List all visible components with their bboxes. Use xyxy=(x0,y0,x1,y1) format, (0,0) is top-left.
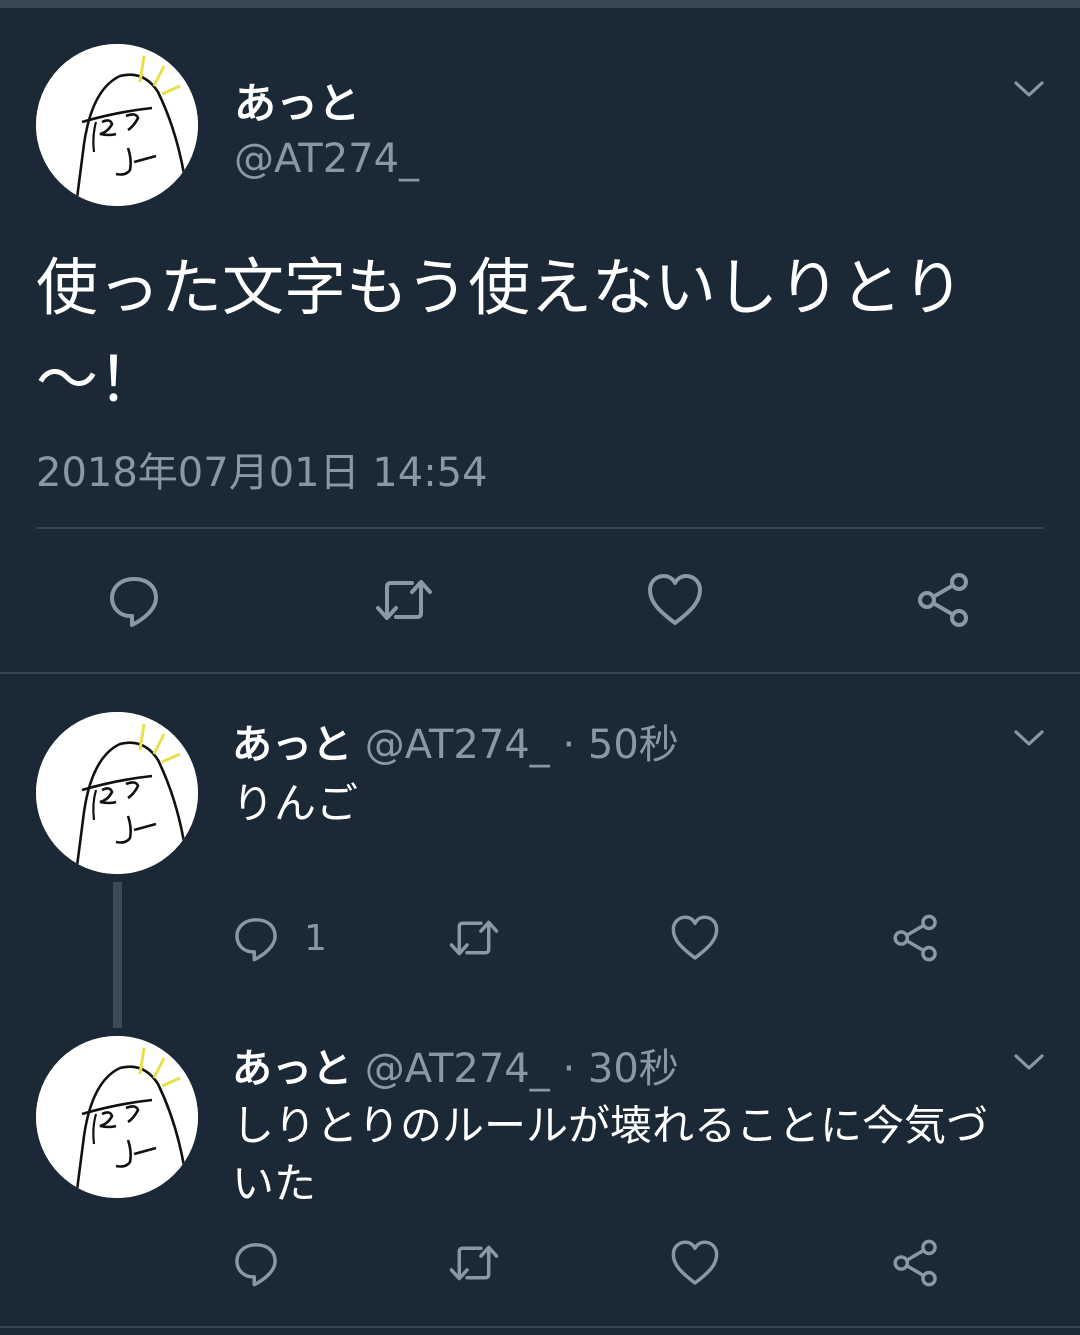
reply1-avatar[interactable] xyxy=(36,712,198,874)
retweet-icon[interactable] xyxy=(448,912,500,964)
share-icon[interactable] xyxy=(914,570,974,630)
thread-connector-line xyxy=(113,882,122,1028)
reply2-meta: @AT274_ · 30秒 xyxy=(364,1046,679,1092)
reply2-text-line1: しりとりのルールが壊れることに今気づ xyxy=(232,1101,989,1150)
main-tweet-timestamp: 2018年07月01日 14:54 xyxy=(36,450,488,496)
reply-icon[interactable] xyxy=(230,912,282,964)
reply1-text: りんご xyxy=(232,779,359,828)
main-display-name[interactable]: あっと xyxy=(234,70,360,131)
reply2-text-line2: いた xyxy=(232,1159,317,1208)
main-handle[interactable]: @AT274_ xyxy=(234,136,419,182)
bottom-divider xyxy=(0,1326,1080,1328)
avatar-face-icon xyxy=(36,712,198,874)
reply2-avatar[interactable] xyxy=(36,1036,198,1198)
reply-icon[interactable] xyxy=(104,570,164,630)
reply2-display-name[interactable]: あっと xyxy=(232,1046,352,1092)
share-icon[interactable] xyxy=(890,1237,942,1289)
chevron-down-icon[interactable] xyxy=(1012,78,1046,100)
main-tweet-text-line2: 〜！ xyxy=(36,343,161,416)
share-icon[interactable] xyxy=(890,912,942,964)
avatar-face-icon xyxy=(36,44,198,206)
reply1-meta: @AT274_ · 50秒 xyxy=(364,722,679,768)
like-icon[interactable] xyxy=(645,570,705,630)
reply2-header: あっと @AT274_ · 30秒 xyxy=(232,1036,679,1094)
retweet-icon[interactable] xyxy=(448,1237,500,1289)
reply-icon[interactable] xyxy=(230,1237,282,1289)
like-icon[interactable] xyxy=(669,912,721,964)
divider xyxy=(36,527,1044,529)
main-tweet-text-line1: 使った文字もう使えないしりとり xyxy=(36,251,965,324)
top-border xyxy=(0,0,1080,8)
reply1-reply-count: 1 xyxy=(304,918,327,959)
section-divider xyxy=(0,672,1080,674)
like-icon[interactable] xyxy=(669,1237,721,1289)
retweet-icon[interactable] xyxy=(374,570,434,630)
main-tweet-avatar[interactable] xyxy=(36,44,198,206)
chevron-down-icon[interactable] xyxy=(1012,1051,1046,1073)
avatar-face-icon xyxy=(36,1036,198,1198)
reply1-header: あっと @AT274_ · 50秒 xyxy=(232,712,679,770)
reply1-display-name[interactable]: あっと xyxy=(232,722,352,768)
chevron-down-icon[interactable] xyxy=(1012,727,1046,749)
